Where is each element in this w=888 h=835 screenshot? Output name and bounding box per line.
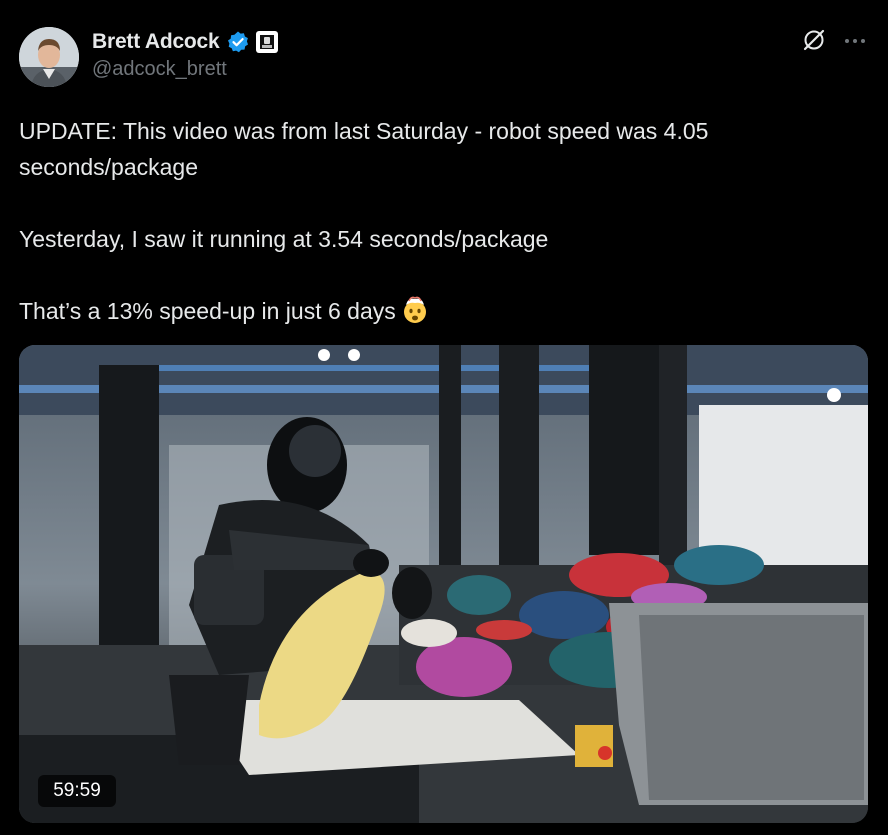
tweet-line-3-text: That’s a 13% speed-up in just 6 days	[19, 298, 396, 324]
tweet-line-3: That’s a 13% speed-up in just 6 days	[19, 293, 869, 329]
exploding-head-emoji	[400, 295, 430, 325]
tweet-line-2: Yesterday, I saw it running at 3.54 seco…	[19, 226, 549, 252]
grok-icon	[802, 28, 826, 57]
tweet-text: UPDATE: This video was from last Saturda…	[19, 113, 869, 329]
avatar[interactable]	[19, 27, 79, 87]
grok-button[interactable]	[800, 28, 828, 56]
video-duration-badge: 59:59	[38, 775, 116, 807]
tweet-header: Brett Adcock @adcock_brett	[0, 0, 888, 100]
verified-badge-icon[interactable]	[226, 30, 250, 54]
company-logo-icon[interactable]	[255, 31, 278, 53]
more-button[interactable]	[840, 28, 870, 56]
video-thumbnail	[19, 345, 868, 823]
more-dots-icon	[843, 33, 867, 51]
handle[interactable]: @adcock_brett	[92, 58, 227, 81]
display-name[interactable]: Brett Adcock	[92, 30, 220, 54]
display-name-row: Brett Adcock	[92, 28, 278, 56]
tweet-line-1: UPDATE: This video was from last Saturda…	[19, 118, 709, 180]
video-player[interactable]: 59:59	[19, 345, 868, 823]
